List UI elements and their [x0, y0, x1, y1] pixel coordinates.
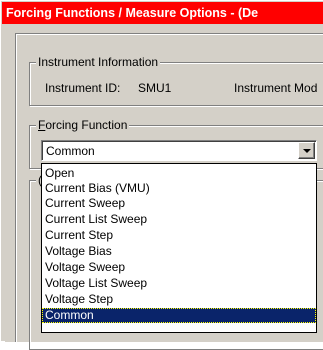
option-common[interactable]: Common	[42, 308, 316, 323]
chevron-down-icon	[303, 149, 311, 153]
option-open[interactable]: Open	[42, 166, 316, 181]
dialog-window: Forcing Functions / Measure Options - (D…	[0, 0, 323, 350]
option-current-list-sweep[interactable]: Current List Sweep	[42, 212, 316, 227]
instrument-id-value: SMU1	[138, 81, 172, 95]
forcing-function-dropdown-list[interactable]: Open Current Bias (VMU) Current Sweep Cu…	[41, 163, 317, 333]
option-current-bias-vmu[interactable]: Current Bias (VMU)	[42, 181, 316, 196]
forcing-function-legend-text: orcing Function	[45, 118, 128, 132]
option-current-sweep[interactable]: Current Sweep	[42, 196, 316, 211]
option-voltage-sweep[interactable]: Voltage Sweep	[42, 260, 316, 275]
option-voltage-bias[interactable]: Voltage Bias	[42, 244, 316, 259]
option-voltage-list-sweep[interactable]: Voltage List Sweep	[42, 276, 316, 291]
option-voltage-step[interactable]: Voltage Step	[42, 292, 316, 307]
forcing-function-combo-value: Common	[46, 144, 95, 158]
option-current-step[interactable]: Current Step	[42, 228, 316, 243]
dropdown-button[interactable]	[298, 142, 315, 159]
instrument-info-legend: Instrument Information	[36, 55, 161, 69]
instrument-id-label: Instrument ID:	[45, 81, 121, 95]
instrument-model-label: Instrument Mod	[234, 81, 318, 95]
title-bar[interactable]: Forcing Functions / Measure Options - (D…	[2, 2, 323, 24]
instrument-info-group: Instrument Information Instrument ID: SM…	[29, 55, 323, 106]
forcing-function-legend: Forcing Function	[36, 118, 130, 132]
forcing-function-combo[interactable]: Common	[41, 140, 317, 161]
